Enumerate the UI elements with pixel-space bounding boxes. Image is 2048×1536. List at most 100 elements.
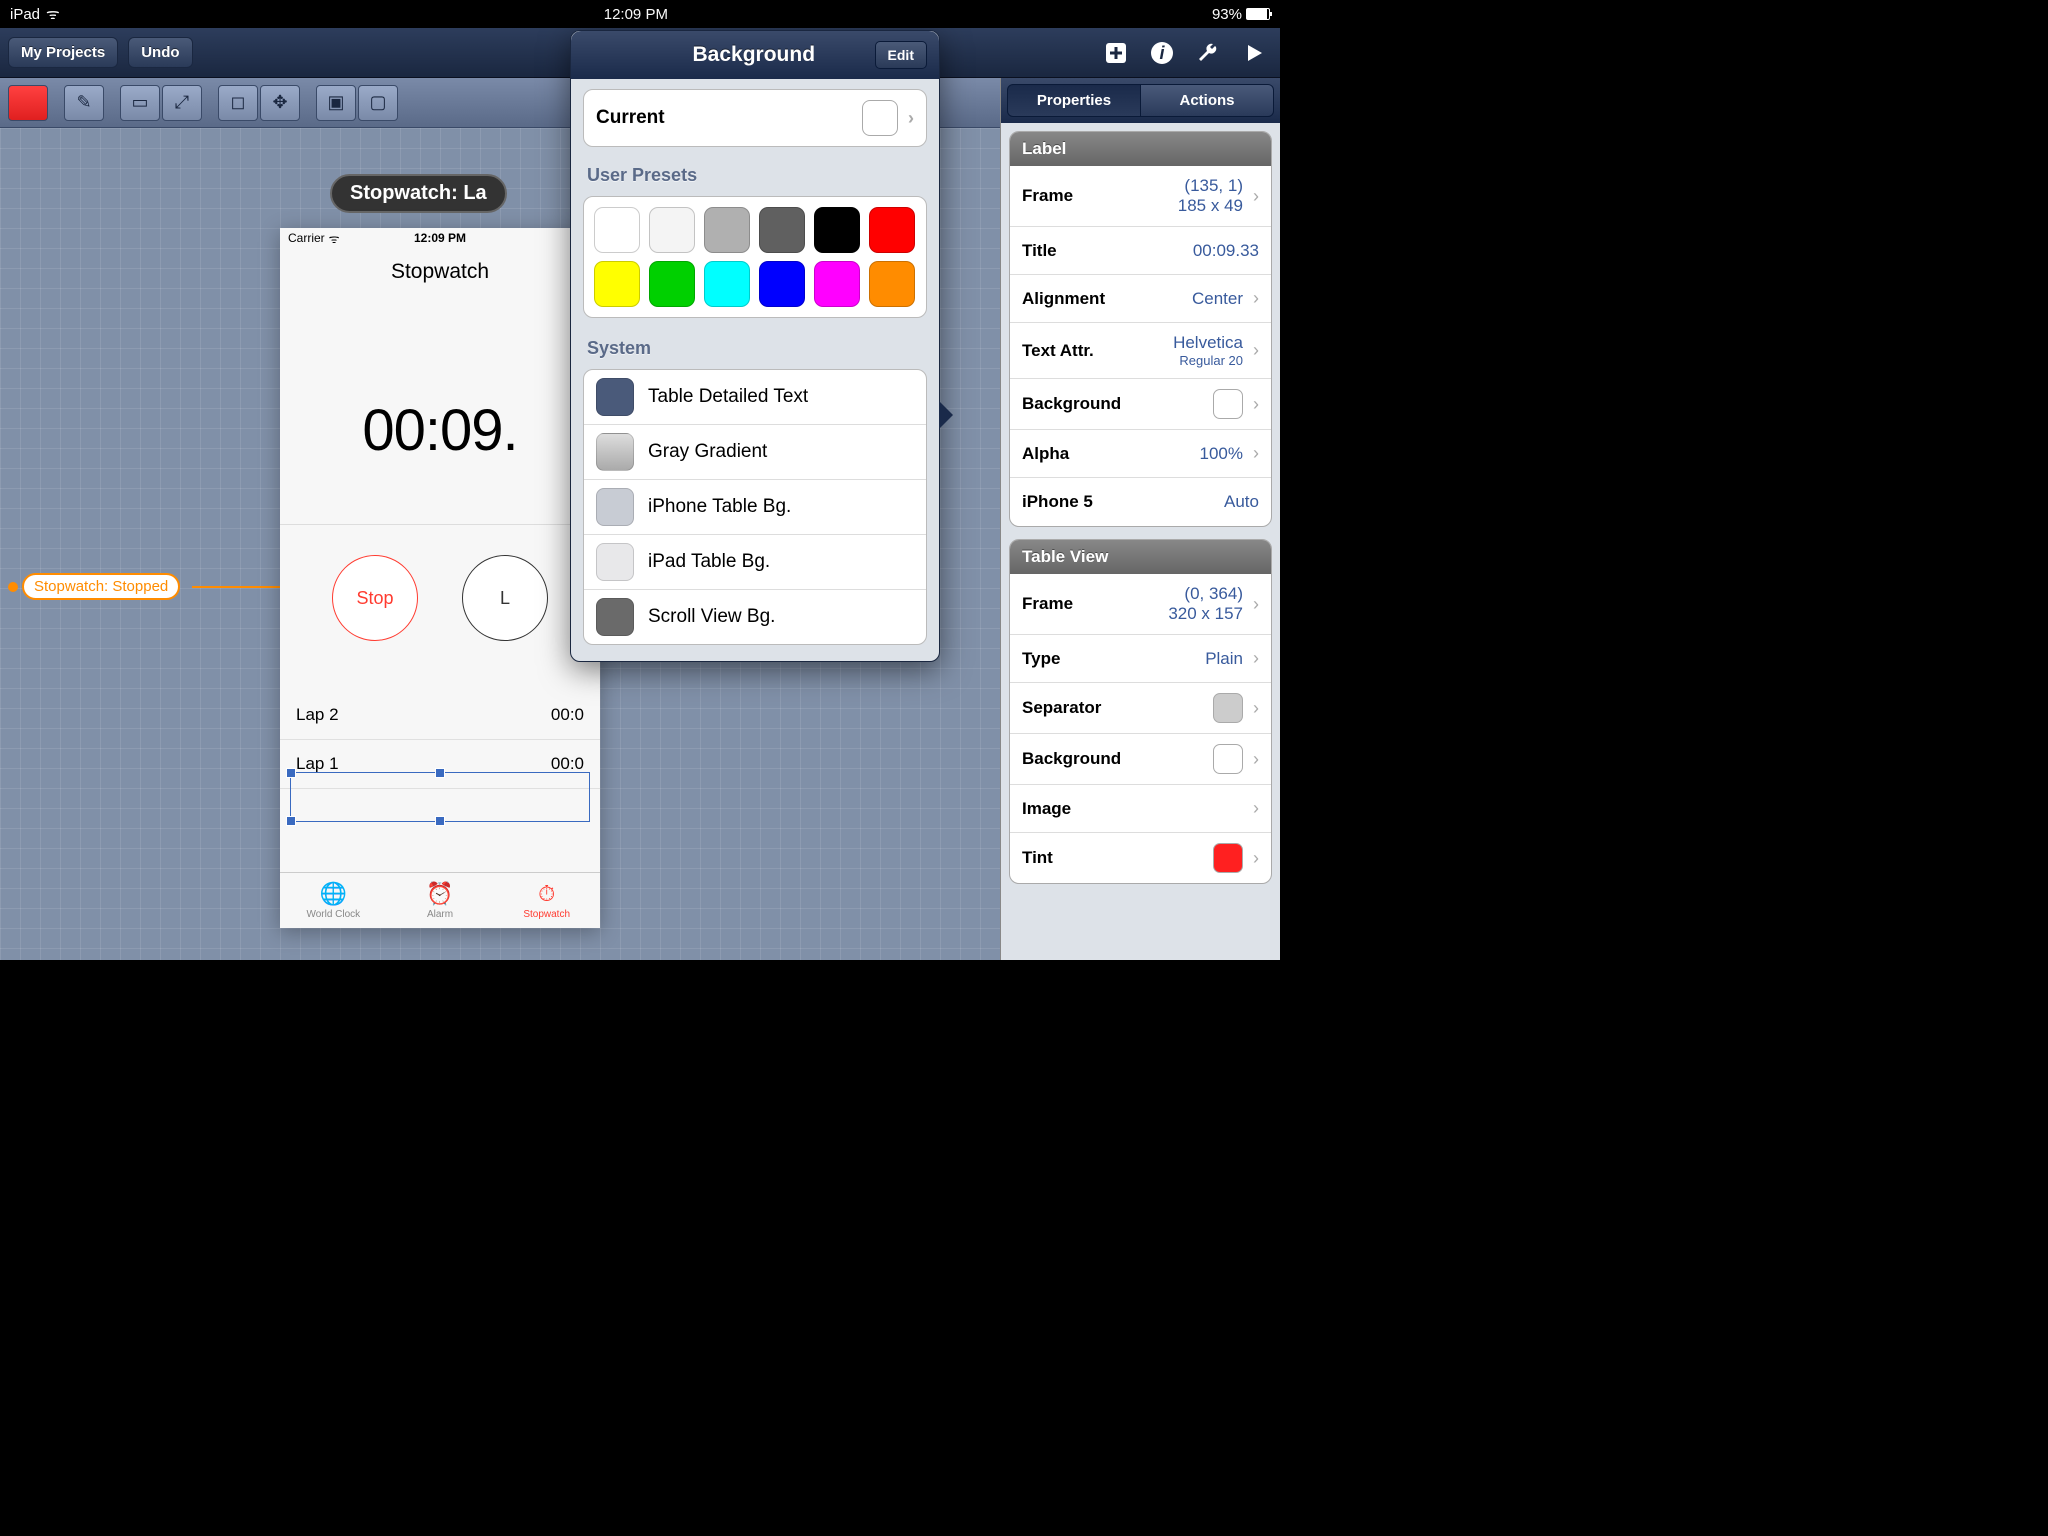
tab-actions[interactable]: Actions (1141, 84, 1274, 117)
selection-box[interactable] (290, 772, 590, 822)
mock-tab-alarm[interactable]: ⏰Alarm (387, 873, 494, 928)
frame-tool[interactable]: ◻ (218, 85, 258, 121)
chevron-right-icon: › (1253, 848, 1259, 869)
mock-title: Stopwatch (280, 248, 600, 296)
chevron-right-icon: › (1253, 594, 1259, 615)
system-label: System (583, 332, 927, 369)
status-time: 12:09 PM (604, 6, 668, 23)
mock-tab-worldclock[interactable]: 🌐World Clock (280, 873, 387, 928)
system-item[interactable]: iPhone Table Bg. (584, 480, 926, 535)
battery-icon (1246, 8, 1270, 20)
system-list: Table Detailed TextGray Gradient iPhone T… (583, 369, 927, 645)
system-item[interactable]: Table Detailed Text (584, 370, 926, 425)
table-tint-row[interactable]: Tint› (1010, 833, 1271, 883)
mock-time: 12:09 PM (414, 231, 466, 245)
preset-color[interactable] (649, 261, 695, 307)
label-frame-row[interactable]: Frame(135, 1)185 x 49› (1010, 166, 1271, 227)
preset-color[interactable] (869, 261, 915, 307)
preset-color[interactable] (704, 207, 750, 253)
label-background-row[interactable]: Background› (1010, 379, 1271, 430)
table-background-row[interactable]: Background› (1010, 734, 1271, 785)
popover-edit-button[interactable]: Edit (875, 41, 927, 69)
tint-swatch (1213, 843, 1243, 873)
preset-color[interactable] (759, 261, 805, 307)
system-swatch (596, 378, 634, 416)
battery-percent: 93% (1212, 6, 1242, 23)
preset-grid (583, 196, 927, 318)
preset-color[interactable] (704, 261, 750, 307)
preset-color[interactable] (814, 207, 860, 253)
chevron-right-icon: › (1253, 648, 1259, 669)
user-presets-label: User Presets (583, 159, 927, 196)
table-image-row[interactable]: Image› (1010, 785, 1271, 833)
preset-color[interactable] (759, 207, 805, 253)
system-item-label: iPad Table Bg. (648, 551, 770, 573)
preset-color[interactable] (869, 207, 915, 253)
add-icon[interactable] (1098, 35, 1134, 71)
stack-tool[interactable]: ▢ (358, 85, 398, 121)
flow-dot-icon (8, 582, 18, 592)
bg-swatch (1213, 744, 1243, 774)
mock-tabbar: 🌐World Clock ⏰Alarm ⏱Stopwatch (280, 872, 600, 928)
wrench-icon[interactable] (1190, 35, 1226, 71)
sep-swatch (1213, 693, 1243, 723)
chevron-right-icon: › (1253, 186, 1259, 207)
chevron-right-icon: › (908, 108, 914, 129)
label-section-header: Label (1010, 132, 1271, 166)
system-item-label: Scroll View Bg. (648, 606, 775, 628)
mock-lap-button[interactable]: L (462, 555, 548, 641)
popover-title: Background (633, 43, 875, 67)
pencil-tool[interactable]: ✎ (64, 85, 104, 121)
popover-arrow-icon (939, 401, 953, 429)
system-item[interactable]: Scroll View Bg. (584, 590, 926, 644)
preset-color[interactable] (594, 207, 640, 253)
table-separator-row[interactable]: Separator› (1010, 683, 1271, 734)
inspector-panel: Properties Actions Label Frame(135, 1)18… (1000, 78, 1280, 960)
label-alignment-row[interactable]: AlignmentCenter› (1010, 275, 1271, 323)
state-badge[interactable]: Stopwatch: Stopped (22, 573, 180, 600)
color-tool[interactable] (8, 85, 48, 121)
table-type-row[interactable]: TypePlain› (1010, 635, 1271, 683)
mock-status-bar: Carrier ᯤ 12:09 PM (280, 228, 600, 248)
system-item[interactable]: Gray Gradient (584, 425, 926, 480)
stopwatch-icon: ⏱ (538, 881, 555, 907)
tab-properties[interactable]: Properties (1007, 84, 1141, 117)
bounds-tool[interactable]: ▣ (316, 85, 356, 121)
mock-big-time[interactable]: 00:09. (280, 397, 600, 464)
preset-color[interactable] (649, 207, 695, 253)
ios-status-bar: iPad ᯤ 12:09 PM 93% (0, 0, 1280, 28)
system-swatch (596, 598, 634, 636)
device-tool[interactable]: ▭ (120, 85, 160, 121)
bg-swatch (1213, 389, 1243, 419)
info-icon[interactable]: i (1144, 35, 1180, 71)
system-item-label: iPhone Table Bg. (648, 496, 791, 518)
globe-icon: 🌐 (320, 881, 347, 907)
mock-carrier: Carrier (288, 231, 325, 245)
mock-wifi-icon: ᯤ (329, 230, 340, 247)
iphone-mockup[interactable]: Carrier ᯤ 12:09 PM Stopwatch 0 00:09. St… (280, 228, 600, 928)
move-tool[interactable]: ✥ (260, 85, 300, 121)
undo-button[interactable]: Undo (128, 37, 192, 68)
preset-color[interactable] (594, 261, 640, 307)
system-swatch (596, 488, 634, 526)
play-icon[interactable] (1236, 35, 1272, 71)
my-projects-button[interactable]: My Projects (8, 37, 118, 68)
label-iphone5-row[interactable]: iPhone 5Auto (1010, 478, 1271, 526)
alarm-icon: ⏰ (426, 881, 453, 907)
chevron-right-icon: › (1253, 443, 1259, 464)
chevron-right-icon: › (1253, 288, 1259, 309)
mock-small-time: 0 (280, 336, 600, 357)
table-frame-row[interactable]: Frame(0, 364)320 x 157› (1010, 574, 1271, 635)
chevron-right-icon: › (1253, 394, 1259, 415)
mock-tab-stopwatch[interactable]: ⏱Stopwatch (493, 873, 600, 928)
label-textattr-row[interactable]: Text Attr.HelveticaRegular 20› (1010, 323, 1271, 379)
diagonal-tool[interactable]: ⤢ (162, 85, 202, 121)
mock-lap-row[interactable]: Lap 200:0 (280, 691, 600, 740)
preset-color[interactable] (814, 261, 860, 307)
label-title-row[interactable]: Title00:09.33 (1010, 227, 1271, 275)
label-alpha-row[interactable]: Alpha100%› (1010, 430, 1271, 478)
mock-stop-button[interactable]: Stop (332, 555, 418, 641)
current-row[interactable]: Current › (583, 89, 927, 147)
system-swatch (596, 543, 634, 581)
system-item[interactable]: iPad Table Bg. (584, 535, 926, 590)
